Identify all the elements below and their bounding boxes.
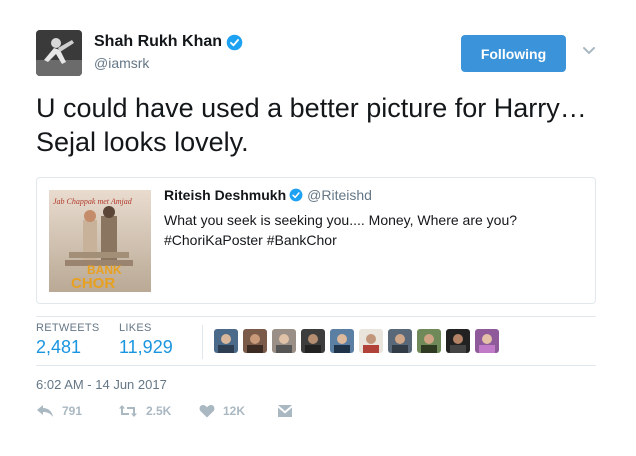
liker-avatar[interactable]: [417, 329, 441, 353]
tweet-timestamp[interactable]: 6:02 AM - 14 Jun 2017: [36, 377, 167, 392]
direct-message-button[interactable]: [277, 404, 301, 418]
retweet-count: 2.5K: [146, 404, 172, 418]
liker-avatar[interactable]: [359, 329, 383, 353]
verified-badge-icon: [226, 34, 243, 50]
tweet-stats: RETWEETS 2,481 LIKES 11,929: [36, 316, 596, 366]
liker-avatars: [214, 329, 504, 353]
liker-avatar[interactable]: [243, 329, 267, 353]
author-handle[interactable]: @iamsrk: [94, 55, 149, 71]
poster-title-2: CHOR: [71, 275, 115, 292]
chevron-down-icon[interactable]: [582, 46, 596, 56]
reply-icon: [37, 405, 53, 417]
likes-count[interactable]: 11,929: [119, 337, 173, 358]
likes-stat[interactable]: LIKES 11,929: [119, 322, 173, 358]
tweet-text: U could have used a better picture for H…: [36, 93, 587, 157]
envelope-icon: [278, 405, 292, 417]
like-count: 12K: [223, 404, 246, 418]
quoted-tweet-text-line1: What you seek is seeking you.... Money, …: [164, 212, 518, 228]
quoted-author-handle[interactable]: @Riteishd: [307, 187, 372, 203]
heart-icon: [199, 405, 215, 418]
retweets-label: RETWEETS: [36, 322, 100, 334]
author-name-row[interactable]: Shah Rukh Khan: [94, 33, 243, 51]
liker-avatar[interactable]: [388, 329, 412, 353]
liker-avatar[interactable]: [214, 329, 238, 353]
quoted-tweet-image[interactable]: Jab Chappak met Amjad BANK CHOR: [49, 190, 151, 292]
reply-count: 791: [62, 404, 83, 418]
liker-avatar[interactable]: [446, 329, 470, 353]
stats-divider: [202, 325, 203, 359]
tweet-card: Shah Rukh Khan @iamsrk Following U could…: [0, 0, 636, 456]
liker-avatar[interactable]: [272, 329, 296, 353]
retweet-icon: [119, 405, 137, 417]
quoted-tweet-text: What you seek is seeking you.... Money, …: [164, 210, 584, 250]
reply-button[interactable]: 791: [36, 404, 82, 418]
following-button[interactable]: Following: [461, 35, 566, 72]
like-button[interactable]: 12K: [199, 404, 245, 418]
author-display-name[interactable]: Shah Rukh Khan: [94, 33, 222, 51]
retweets-stat[interactable]: RETWEETS 2,481: [36, 322, 100, 358]
quoted-author-row[interactable]: Riteish Deshmukh @Riteishd: [164, 187, 372, 203]
liker-avatar[interactable]: [330, 329, 354, 353]
retweets-count[interactable]: 2,481: [36, 337, 100, 358]
quoted-verified-badge-icon: [289, 188, 303, 202]
retweet-button[interactable]: 2.5K: [118, 404, 171, 418]
author-avatar[interactable]: [36, 30, 82, 76]
liker-avatar[interactable]: [475, 329, 499, 353]
poster-tagline: Jab Chappak met Amjad: [53, 197, 133, 206]
quoted-author-name[interactable]: Riteish Deshmukh: [164, 187, 286, 203]
likes-label: LIKES: [119, 322, 152, 334]
liker-avatar[interactable]: [301, 329, 325, 353]
quoted-tweet-hashtags[interactable]: #ChoriKaPoster #BankChor: [164, 230, 584, 250]
quoted-tweet[interactable]: Jab Chappak met Amjad BANK CHOR Riteish …: [36, 177, 596, 304]
